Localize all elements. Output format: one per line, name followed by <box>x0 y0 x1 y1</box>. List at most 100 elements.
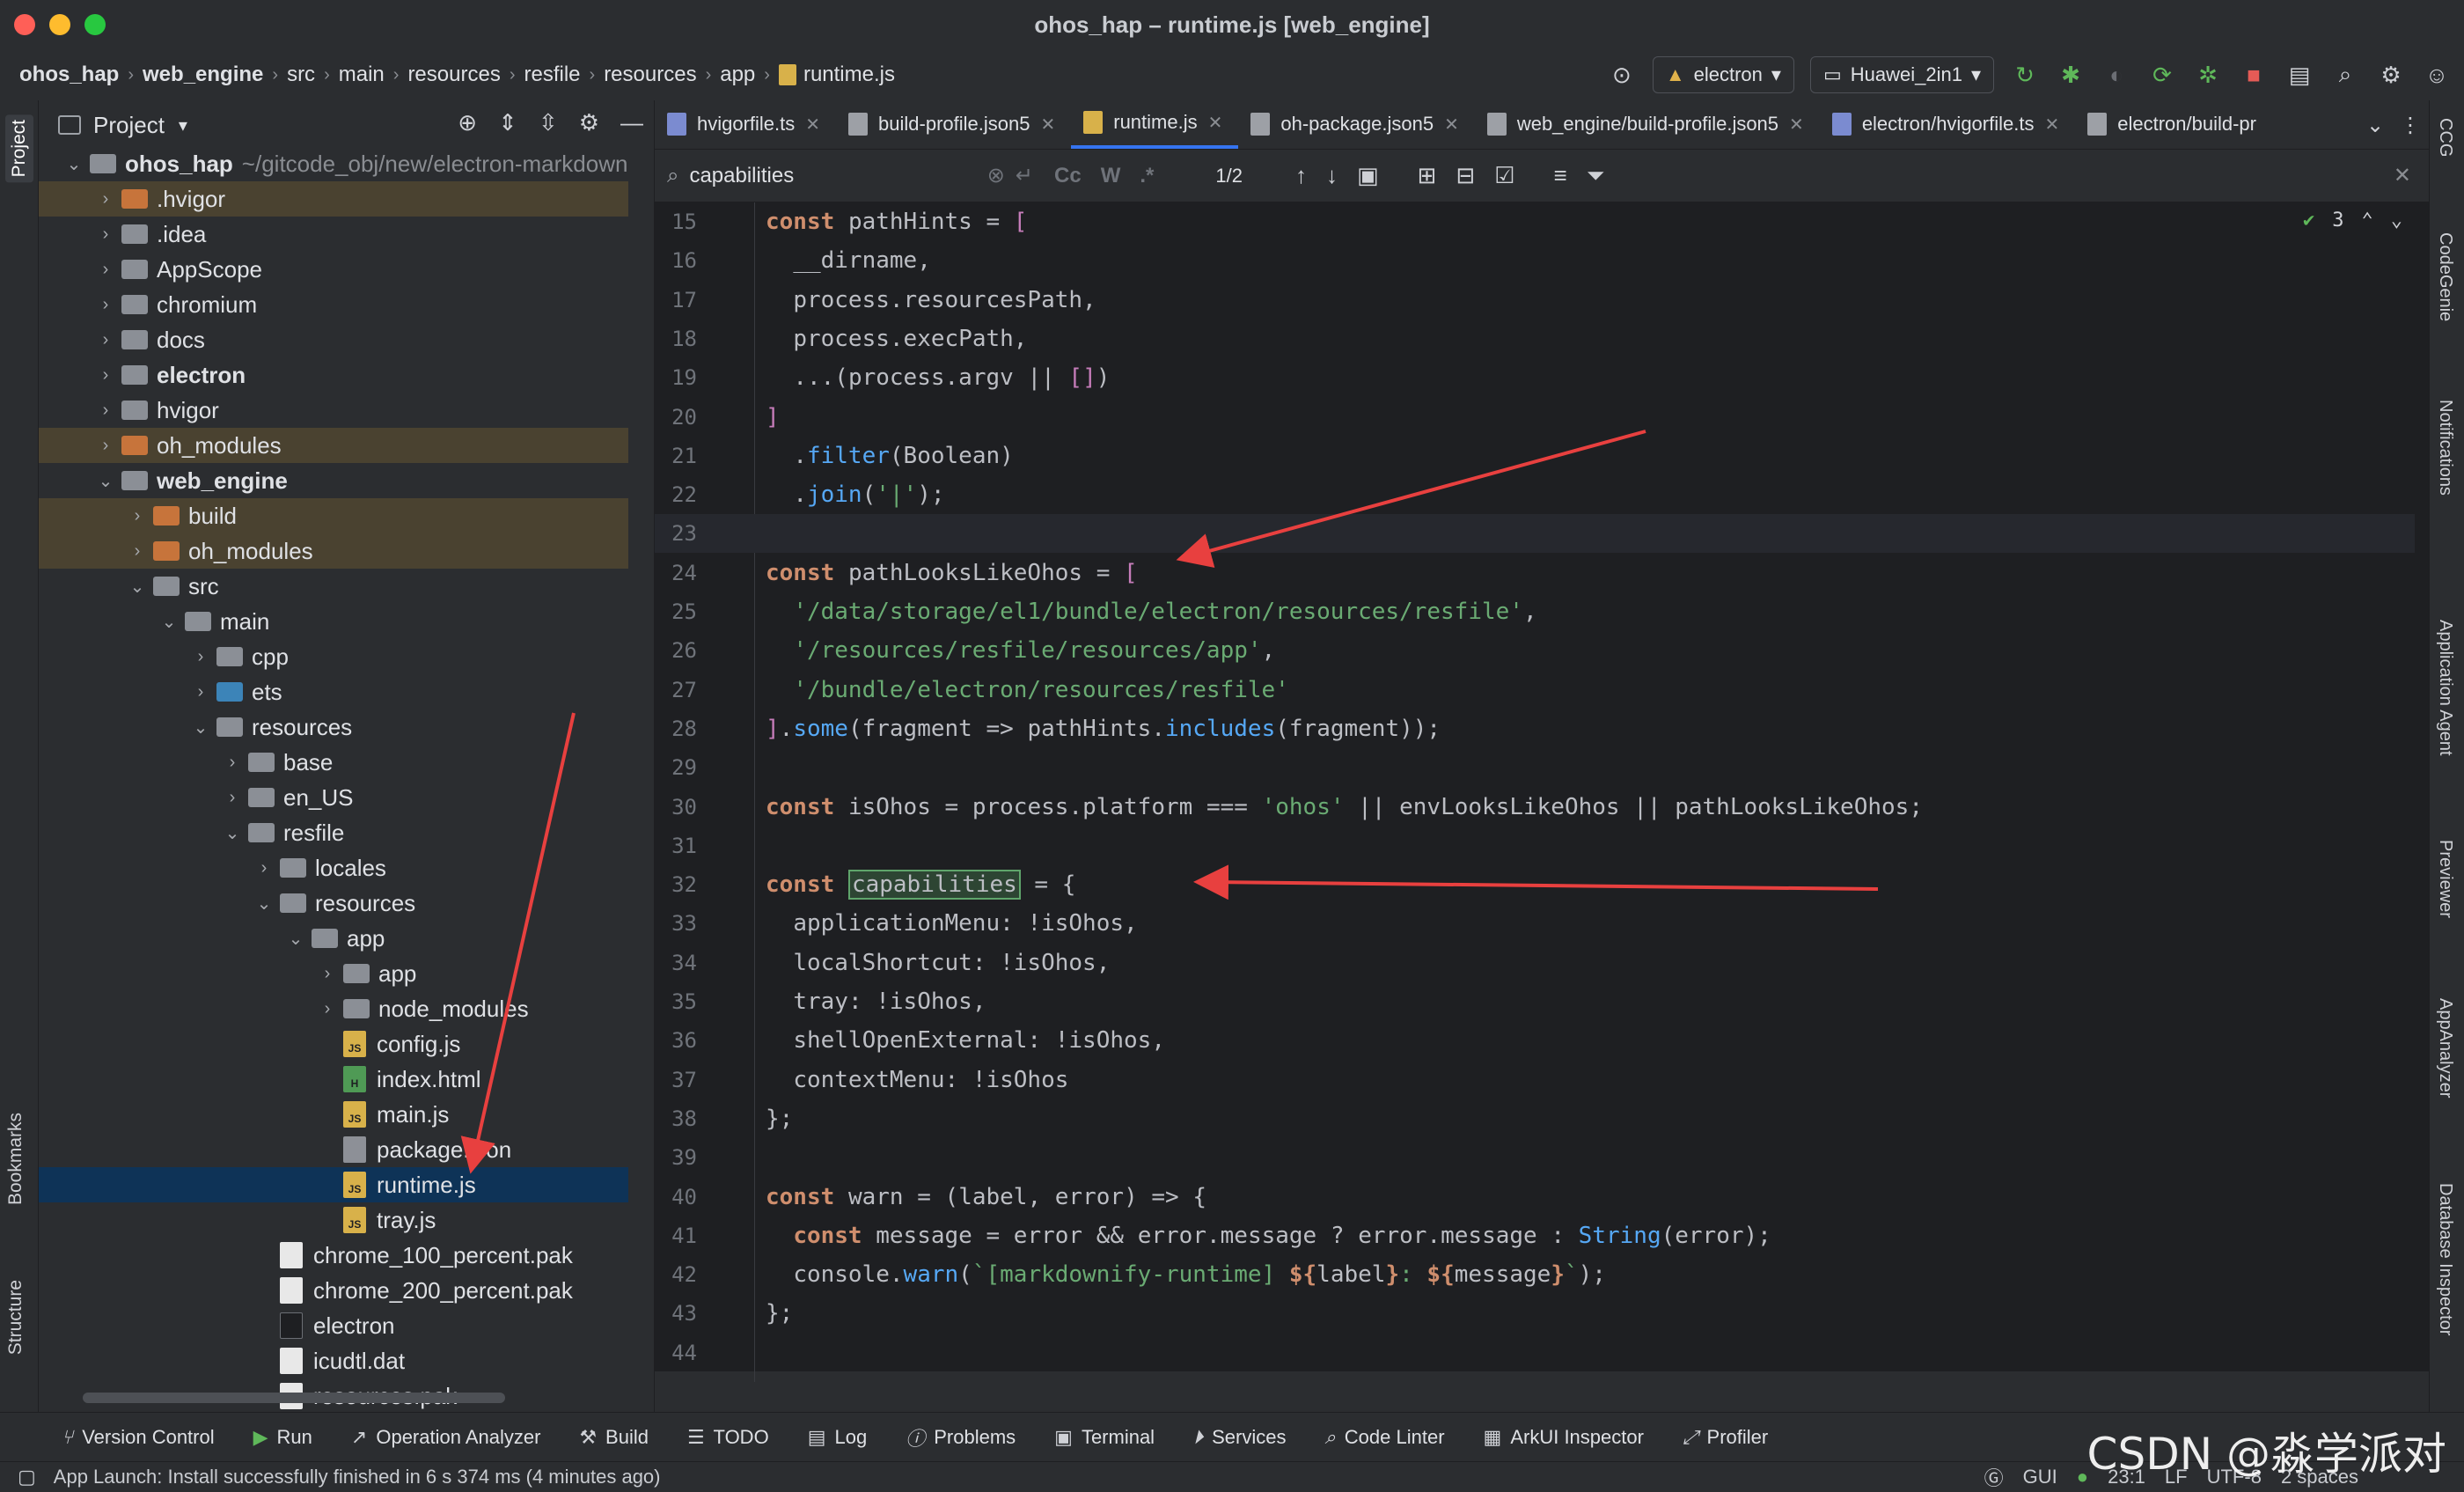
close-tab-icon[interactable]: ✕ <box>1040 114 1055 136</box>
tree-folder-item[interactable]: › hvigor <box>39 393 628 428</box>
remove-selection-icon[interactable]: ⊟ <box>1456 162 1475 190</box>
chevron-right-icon[interactable]: › <box>90 295 121 315</box>
whole-word-toggle[interactable]: W <box>1101 164 1121 188</box>
chevron-right-icon[interactable]: › <box>185 647 216 667</box>
run-config-select[interactable]: ▲ electron ▾ <box>1652 56 1794 93</box>
tree-folder-item[interactable]: › base <box>39 745 628 780</box>
code-line[interactable]: 34 localShortcut: !isOhos, <box>655 944 2415 982</box>
tree-file-item[interactable]: Hindex.html <box>39 1062 628 1097</box>
tree-folder-item[interactable]: ⌄ web_engine <box>39 463 628 498</box>
project-panel-title[interactable]: Project <box>93 112 165 139</box>
notifications-tool-tab[interactable]: Notifications <box>2435 400 2455 496</box>
chevron-right-icon[interactable]: › <box>90 224 121 245</box>
chevron-right-icon[interactable]: › <box>312 999 343 1019</box>
build-tab[interactable]: ⚒ Build <box>579 1426 649 1449</box>
code-line[interactable]: 42 console.warn(`[markdownify-runtime] $… <box>655 1255 2415 1294</box>
code-linter-tab[interactable]: ⌕ Code Linter <box>1324 1426 1444 1449</box>
breadcrumb-item[interactable]: resources <box>407 62 500 87</box>
previewer-tool-tab[interactable]: Previewer <box>2435 840 2455 918</box>
log-tab[interactable]: ▤ Log <box>808 1426 868 1449</box>
maximize-window-button[interactable] <box>84 14 106 35</box>
hide-panel-icon[interactable]: — <box>620 109 643 136</box>
project-structure-icon[interactable]: ▤ <box>2284 60 2314 90</box>
device-select[interactable]: ▭ Huawei_2in1 ▾ <box>1809 56 1994 93</box>
code-line[interactable]: 39 <box>655 1138 2415 1177</box>
horizontal-scrollbar[interactable] <box>83 1393 505 1403</box>
code-line[interactable]: 16 __dirname, <box>655 241 2415 280</box>
debug-icon[interactable]: ✱ <box>2056 60 2086 90</box>
close-find-icon[interactable]: ✕ <box>2394 163 2411 188</box>
chevron-right-icon[interactable]: › <box>90 189 121 209</box>
chevron-right-icon[interactable]: › <box>121 506 153 526</box>
rerun-icon[interactable]: ↻ <box>2010 60 2040 90</box>
gui-indicator[interactable]: GUI <box>2023 1466 2057 1488</box>
application-agent-tool-tab[interactable]: Application Agent <box>2435 620 2455 756</box>
tree-file-item[interactable]: JS tray.js <box>39 1202 628 1238</box>
code-line[interactable]: 20] <box>655 398 2415 437</box>
tree-folder-item[interactable]: › .hvigor <box>39 181 628 217</box>
breadcrumb-item[interactable]: ohos_hap <box>19 62 119 87</box>
chevron-right-icon[interactable]: › <box>216 753 248 773</box>
close-tab-icon[interactable]: ✕ <box>805 114 820 136</box>
code-line[interactable]: 32 const capabilities = { <box>655 865 2415 904</box>
apply-changes-icon[interactable]: ⟳ <box>2147 60 2177 90</box>
open-in-window-icon[interactable]: ▣ <box>1357 162 1379 190</box>
breadcrumb-item[interactable]: src <box>287 62 315 87</box>
match-case-toggle[interactable]: Cc <box>1054 164 1082 188</box>
close-tab-icon[interactable]: ✕ <box>1444 114 1459 136</box>
code-line[interactable]: 38}; <box>655 1099 2415 1138</box>
tree-file-item[interactable]: chrome_100_percent.pak <box>39 1238 628 1273</box>
code-line[interactable]: 22 .join('|'); <box>655 475 2415 514</box>
new-line-icon[interactable]: ↵ <box>1016 163 1033 188</box>
collapse-all-icon[interactable]: ⇳ <box>539 109 558 136</box>
close-tab-icon[interactable]: ✕ <box>1208 112 1223 134</box>
chevron-right-icon[interactable]: › <box>216 788 248 808</box>
codegenie-tool-tab[interactable]: CodeGenie <box>2435 232 2455 321</box>
chevron-down-icon[interactable]: ⌄ <box>153 611 185 633</box>
code-line[interactable]: 43}; <box>655 1294 2415 1333</box>
tree-folder-item[interactable]: › chromium <box>39 287 628 322</box>
editor-tab[interactable]: runtime.js ✕ <box>1071 100 1239 149</box>
tree-folder-item[interactable]: › electron <box>39 357 628 393</box>
tree-folder-item[interactable]: ⌄ app <box>39 921 628 956</box>
code-line[interactable]: 30 const isOhos = process.platform === 'o… <box>655 788 2415 827</box>
chevron-down-icon[interactable]: ⌄ <box>121 576 153 598</box>
run-tab[interactable]: ▶ Run <box>253 1426 312 1449</box>
editor-tab[interactable]: hvigorfile.ts ✕ <box>655 100 836 149</box>
editor-tab[interactable]: electron/build-pr <box>2075 100 2272 149</box>
breadcrumb-item[interactable]: runtime.js <box>803 62 895 87</box>
add-selection-icon[interactable]: ⊞ <box>1418 162 1437 190</box>
settings-gear-icon[interactable]: ⚙ <box>2376 60 2406 90</box>
code-line[interactable]: 23 <box>655 514 2415 554</box>
tree-folder-item[interactable]: ⌄ main <box>39 604 628 639</box>
minimize-window-button[interactable] <box>49 14 70 35</box>
breadcrumb-item[interactable]: web_engine <box>143 62 263 87</box>
filter-icon[interactable]: ⏷ <box>1587 162 1605 190</box>
chevron-right-icon[interactable]: › <box>312 964 343 984</box>
operation-analyzer-tab[interactable]: ↗ Operation Analyzer <box>351 1426 541 1449</box>
code-line[interactable]: 19 ...(process.argv || []) <box>655 358 2415 397</box>
tree-folder-item[interactable]: ⌄ resources <box>39 709 628 745</box>
breadcrumb-item[interactable]: main <box>339 62 385 87</box>
tree-file-item[interactable]: JS config.js <box>39 1026 628 1062</box>
chevron-right-icon[interactable]: › <box>248 858 280 878</box>
next-match-icon[interactable]: ↓ <box>1326 162 1338 190</box>
search-icon[interactable]: ⌕ <box>2330 60 2360 90</box>
code-line[interactable]: 25 '/data/storage/el1/bundle/electron/re… <box>655 592 2415 631</box>
code-line[interactable]: 31 <box>655 827 2415 865</box>
chevron-down-icon[interactable]: ▾ <box>179 114 187 136</box>
project-tool-tab[interactable]: Project <box>5 114 33 183</box>
account-icon[interactable]: ☺ <box>2422 60 2452 90</box>
code-line[interactable]: 41 const message = error && error.messag… <box>655 1216 2415 1255</box>
tree-file-item[interactable]: JS main.js <box>39 1097 628 1132</box>
codegenie-status-icon[interactable]: Ⓖ <box>1984 1463 2004 1491</box>
tree-file-item[interactable]: icudtl.dat <box>39 1343 628 1378</box>
chevron-down-icon[interactable]: ⌄ <box>248 893 280 915</box>
code-line[interactable]: 37 contextMenu: !isOhos <box>655 1061 2415 1099</box>
services-tab[interactable]: ⏵ Services <box>1193 1426 1286 1449</box>
expand-all-icon[interactable]: ⇕ <box>498 109 517 136</box>
status-message[interactable]: App Launch: Install successfully finishe… <box>54 1466 661 1488</box>
tree-folder-item[interactable]: › cpp <box>39 639 628 674</box>
chevron-right-icon[interactable]: › <box>121 541 153 562</box>
version-control-tab[interactable]: ⑂ Version Control <box>62 1426 215 1449</box>
